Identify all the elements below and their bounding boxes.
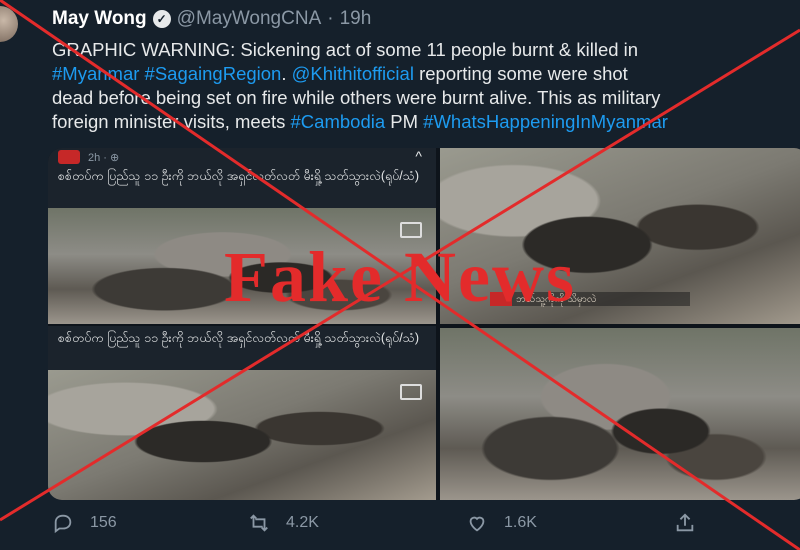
tweet-text-line: GRAPHIC WARNING: Sickening act of some 1… (52, 38, 800, 62)
share-button[interactable] (674, 512, 696, 534)
tweet-text-segment: foreign minister visits, meets (52, 111, 291, 132)
retweet-icon (250, 514, 268, 532)
tweet-text-line: foreign minister visits, meets #Cambodia… (52, 110, 800, 134)
reply-icon (54, 514, 72, 534)
separator: · (327, 8, 334, 29)
media-panel-bottom-left: စစ်တပ်က ပြည်သူ ၁၁ ဦးကို ဘယ်လို အရှင်လတ်လ… (48, 326, 436, 500)
tweet-text-segment: PM (385, 111, 424, 132)
author-handle[interactable]: @MayWongCNA (177, 8, 322, 30)
author-name[interactable]: May Wong (52, 8, 147, 30)
hashtag-link[interactable]: #Cambodia (291, 111, 386, 132)
tweet-actions: 156 4.2K 1.6K (0, 512, 800, 546)
post-caption: စစ်တပ်က ပြည်သူ ၁၁ ဦးကို ဘယ်လို အရှင်လတ်လ… (58, 331, 420, 345)
tweet-header: May Wong ✓ @MayWongCNA · 19h (52, 8, 371, 30)
retweet-button[interactable]: 4.2K (248, 512, 319, 534)
hashtag-link[interactable]: #WhatsHappeningInMyanmar (423, 111, 668, 132)
tweet-media[interactable]: 2h · ⊕ ^ စစ်တပ်က ပြည်သူ ၁၁ ဦးကို ဘယ်လို … (48, 148, 800, 500)
tweet-text-segment: . (281, 63, 292, 84)
like-count: 1.6K (504, 514, 537, 531)
post-caption: စစ်တပ်က ပြည်သူ ၁၁ ဦးကို ဘယ်လို အရှင်လတ်လ… (58, 169, 420, 183)
burnt-scene-photo (48, 370, 436, 500)
share-icon (676, 513, 694, 532)
avatar[interactable] (0, 6, 18, 42)
tweet-text-line: #Myanmar #SagaingRegion. @Khithitofficia… (52, 62, 800, 86)
timestamp[interactable]: 19h (340, 8, 372, 30)
reply-button[interactable]: 156 (52, 512, 117, 534)
mention-link[interactable]: @Khithitofficial (292, 63, 414, 84)
like-icon (469, 516, 485, 532)
tweet-text-segment: GRAPHIC WARNING: Sickening act of some 1… (52, 39, 639, 60)
tweet-text-segment: dead before being set on fire while othe… (52, 87, 661, 108)
fake-news-stamp: Fake News (224, 237, 576, 317)
hashtag-link[interactable]: #Myanmar (52, 63, 139, 84)
verified-badge-icon: ✓ (152, 10, 171, 28)
chevron-up-icon: ^ (415, 148, 422, 164)
page-logo (58, 150, 80, 164)
like-button[interactable]: 1.6K (466, 512, 537, 534)
retweet-count: 4.2K (286, 514, 319, 531)
tweet-text-segment: reporting some were shot (413, 63, 628, 84)
tweet-text: GRAPHIC WARNING: Sickening act of some 1… (52, 38, 800, 134)
burnt-scene-photo (440, 328, 800, 500)
post-time: 2h · ⊕ (88, 151, 120, 164)
reply-count: 156 (90, 514, 117, 531)
media-panel-bottom-right (440, 328, 800, 500)
cast-icon (400, 384, 422, 400)
hashtag-link[interactable]: #SagaingRegion (145, 63, 282, 84)
tweet-text-line: dead before being set on fire while othe… (52, 86, 800, 110)
post-meta: 2h · ⊕ (58, 150, 119, 164)
